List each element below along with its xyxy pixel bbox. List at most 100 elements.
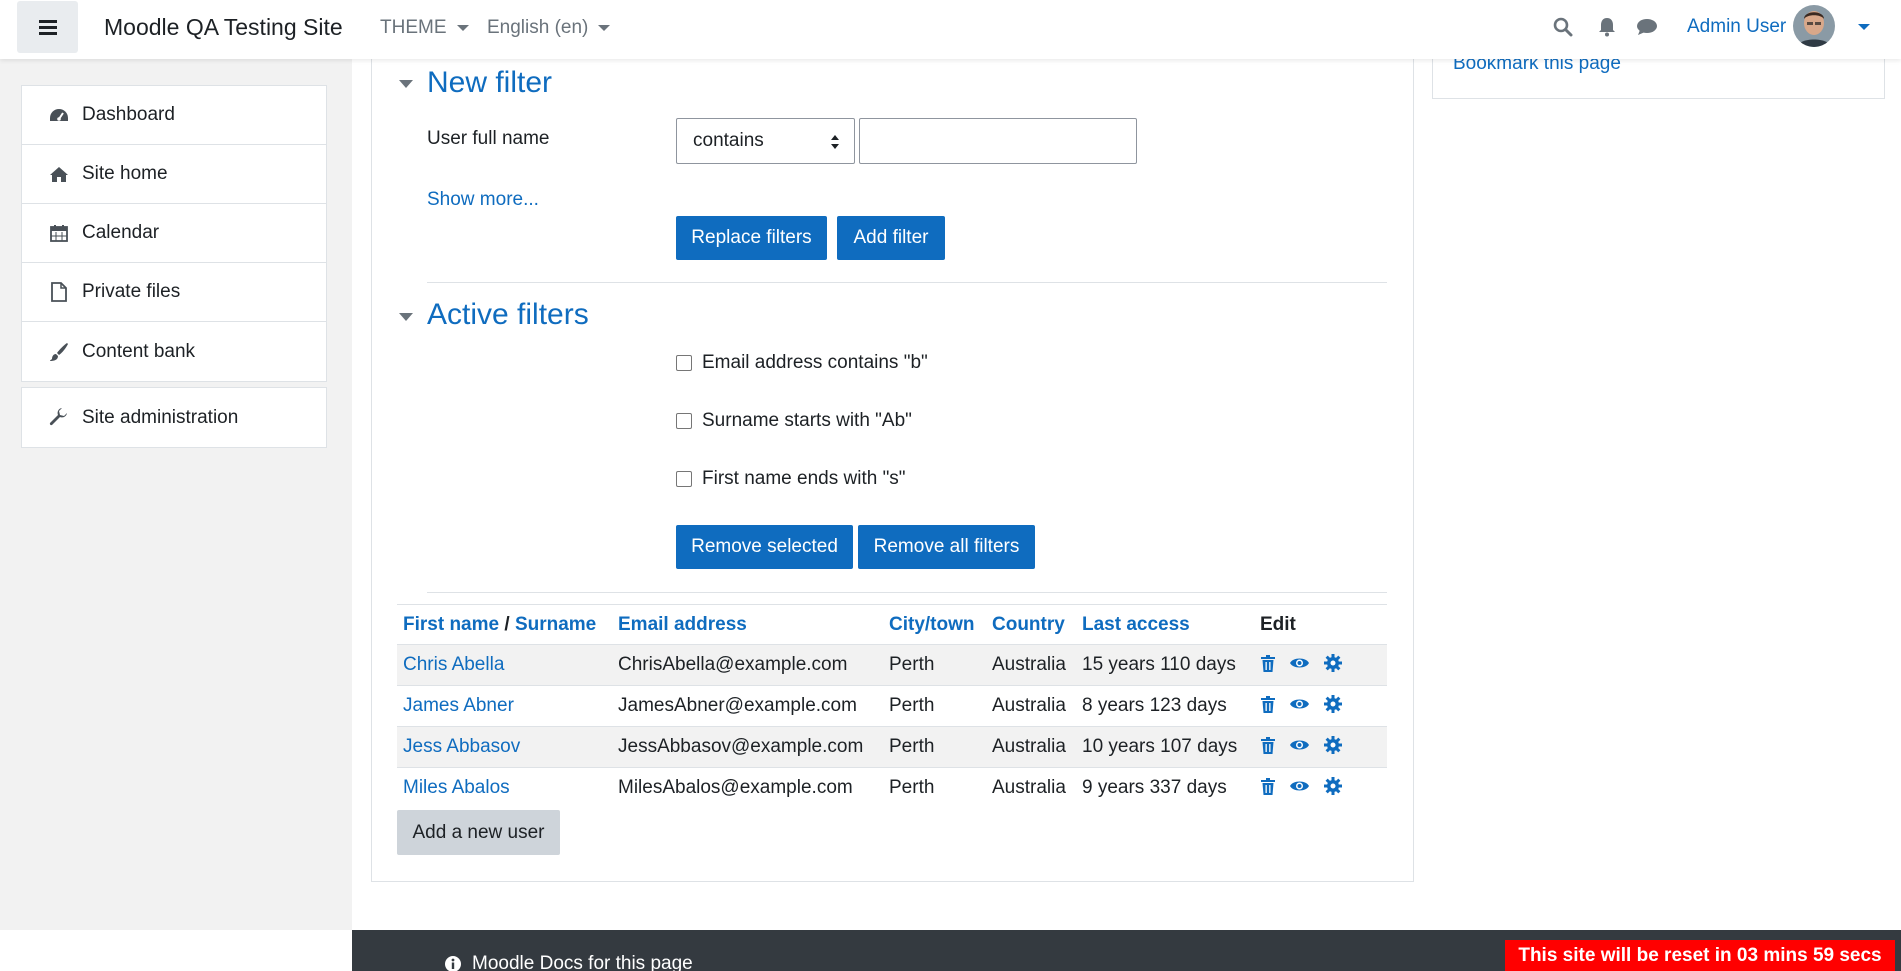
language-menu-label: English (en) xyxy=(487,17,589,38)
dashboard-icon xyxy=(48,107,70,123)
gear-icon[interactable] xyxy=(1324,736,1342,754)
filter-operator-select[interactable]: contains xyxy=(676,118,855,164)
sidebar-item-content-bank[interactable]: Content bank xyxy=(22,322,326,381)
sidebar-nav: Dashboard Site home Calendar Private fil… xyxy=(21,85,327,382)
filter-label: First name ends with "s" xyxy=(702,468,906,489)
table-row: Miles Abalos MilesAbalos@example.com Per… xyxy=(397,768,1387,809)
active-filter-item[interactable]: Surname starts with "Ab" xyxy=(676,410,912,432)
active-filter-item[interactable]: First name ends with "s" xyxy=(676,468,906,490)
filter-field-label: User full name xyxy=(427,128,550,149)
sidebar-item-site-administration[interactable]: Site administration xyxy=(21,387,327,448)
user-last-access: 8 years 123 days xyxy=(1082,695,1227,716)
sidebar-item-label: Content bank xyxy=(82,340,196,362)
filter-checkbox[interactable] xyxy=(676,355,692,371)
name-column-header: First name / Surname xyxy=(403,614,596,636)
moodle-docs-label: Moodle Docs for this page xyxy=(472,953,693,971)
section-divider xyxy=(427,592,1387,593)
trash-icon[interactable] xyxy=(1261,777,1275,795)
info-icon xyxy=(445,956,461,971)
theme-menu-label: THEME xyxy=(380,17,447,38)
user-country: Australia xyxy=(992,736,1066,757)
replace-filters-button[interactable]: Replace filters xyxy=(676,216,827,260)
sidebar-item-calendar[interactable]: Calendar xyxy=(22,204,326,263)
sidebar-item-dashboard[interactable]: Dashboard xyxy=(22,86,326,145)
email-column-header[interactable]: Email address xyxy=(618,614,747,636)
user-name-link[interactable]: Miles Abalos xyxy=(403,777,510,799)
row-actions xyxy=(1261,736,1342,754)
show-more-link[interactable]: Show more... xyxy=(427,189,539,211)
user-last-access: 9 years 337 days xyxy=(1082,777,1227,798)
remove-all-filters-button[interactable]: Remove all filters xyxy=(858,525,1035,569)
top-navbar: Moodle QA Testing Site THEME English (en… xyxy=(0,0,1901,59)
gear-icon[interactable] xyxy=(1324,654,1342,672)
filter-label: Email address contains "b" xyxy=(702,352,928,373)
sidebar-item-private-files[interactable]: Private files xyxy=(22,263,326,322)
user-name-link[interactable]: Jess Abbasov xyxy=(403,736,520,758)
theme-menu[interactable]: THEME xyxy=(380,17,469,39)
remove-selected-button[interactable]: Remove selected xyxy=(676,525,853,569)
last-access-column-header[interactable]: Last access xyxy=(1082,614,1190,636)
user-menu-chevron-icon[interactable] xyxy=(1858,24,1870,30)
file-icon xyxy=(48,282,70,302)
user-menu-name[interactable]: Admin User xyxy=(1687,16,1786,38)
new-filter-heading[interactable]: New filter xyxy=(427,66,552,100)
user-avatar-icon xyxy=(1793,5,1835,47)
site-reset-banner: This site will be reset in 03 mins 59 se… xyxy=(1505,940,1895,971)
user-email: JessAbbasov@example.com xyxy=(618,736,864,757)
sidebar-item-label: Calendar xyxy=(82,222,160,243)
user-last-access: 15 years 110 days xyxy=(1082,654,1236,675)
filter-operator-value: contains xyxy=(693,130,764,151)
gear-icon[interactable] xyxy=(1324,777,1342,795)
sidebar-item-label: Site administration xyxy=(82,406,239,428)
avatar[interactable] xyxy=(1793,5,1835,47)
wrench-icon xyxy=(48,407,70,428)
sidebar-item-label: Dashboard xyxy=(82,104,175,125)
sidebar-item-label: Site home xyxy=(82,163,168,184)
active-filter-item[interactable]: Email address contains "b" xyxy=(676,352,928,374)
trash-icon[interactable] xyxy=(1261,736,1275,754)
eye-icon[interactable] xyxy=(1289,656,1310,670)
paintbrush-icon xyxy=(48,342,70,362)
row-actions xyxy=(1261,654,1342,672)
eye-icon[interactable] xyxy=(1289,738,1310,752)
search-icon[interactable] xyxy=(1553,17,1573,37)
first-name-sort-link[interactable]: First name xyxy=(403,614,499,635)
user-name-link[interactable]: Chris Abella xyxy=(403,654,504,676)
user-city: Perth xyxy=(889,695,935,716)
filter-checkbox[interactable] xyxy=(676,471,692,487)
country-column-header[interactable]: Country xyxy=(992,614,1065,636)
user-country: Australia xyxy=(992,654,1066,675)
sidebar-item-site-home[interactable]: Site home xyxy=(22,145,326,204)
city-column-header[interactable]: City/town xyxy=(889,614,975,636)
filter-value-input[interactable] xyxy=(859,118,1137,164)
collapse-toggle-icon[interactable] xyxy=(399,313,413,321)
active-filters-heading[interactable]: Active filters xyxy=(427,298,589,332)
chevron-down-icon xyxy=(456,25,469,31)
filter-checkbox[interactable] xyxy=(676,413,692,429)
eye-icon[interactable] xyxy=(1289,779,1310,793)
chevron-down-icon xyxy=(598,25,611,31)
user-country: Australia xyxy=(992,695,1066,716)
surname-sort-link[interactable]: Surname xyxy=(515,614,596,635)
user-name-link[interactable]: James Abner xyxy=(403,695,514,717)
home-icon xyxy=(48,166,70,183)
user-email: JamesAbner@example.com xyxy=(618,695,857,716)
sidebar-item-label: Private files xyxy=(82,281,181,302)
trash-icon[interactable] xyxy=(1261,695,1275,713)
user-city: Perth xyxy=(889,777,935,798)
language-menu[interactable]: English (en) xyxy=(487,17,611,39)
user-last-access: 10 years 107 days xyxy=(1082,736,1238,757)
eye-icon[interactable] xyxy=(1289,697,1310,711)
chat-icon[interactable] xyxy=(1636,18,1658,36)
site-name[interactable]: Moodle QA Testing Site xyxy=(104,14,343,41)
add-filter-button[interactable]: Add filter xyxy=(837,216,945,260)
collapse-toggle-icon[interactable] xyxy=(399,80,413,88)
user-city: Perth xyxy=(889,654,935,675)
users-table: First name / Surname Email address City/… xyxy=(397,604,1387,809)
gear-icon[interactable] xyxy=(1324,695,1342,713)
trash-icon[interactable] xyxy=(1261,654,1275,672)
add-new-user-button[interactable]: Add a new user xyxy=(397,810,560,855)
bell-icon[interactable] xyxy=(1598,17,1616,37)
drawer-toggle-button[interactable] xyxy=(17,1,78,53)
moodle-docs-link[interactable]: Moodle Docs for this page xyxy=(444,953,693,971)
